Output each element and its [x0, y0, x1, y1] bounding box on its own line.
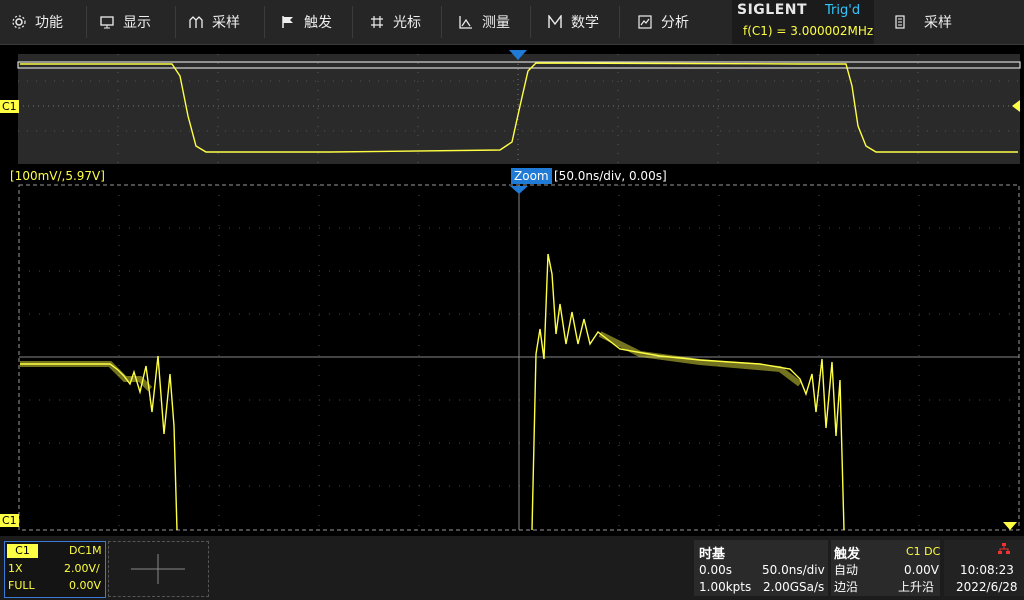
- menu-label: 测量: [482, 15, 510, 31]
- measure-icon: [459, 16, 472, 29]
- crosshair-icon: [131, 554, 185, 584]
- menu-label: 采样: [924, 15, 952, 31]
- menu-divider: [441, 6, 442, 38]
- menu-label: 采样: [212, 15, 240, 31]
- menu-cursor[interactable]: 光标: [370, 0, 421, 44]
- trigger-level-arrow: [1003, 522, 1017, 530]
- menu-label: 光标: [393, 15, 421, 31]
- menu-display[interactable]: 显示: [100, 0, 151, 44]
- channel-offset: 0.00V: [69, 579, 102, 592]
- horizontal-position-widget[interactable]: [108, 541, 209, 597]
- brand-logo: SIGLENT: [737, 2, 808, 18]
- main-trigger-position-marker: [510, 186, 528, 194]
- main-channel-marker[interactable]: C1: [0, 514, 19, 527]
- menu-divider: [175, 6, 176, 38]
- menu-label: 分析: [661, 15, 689, 31]
- trigger-slope: 上升沿: [898, 580, 935, 594]
- timebase-scale: 50.0ns/div: [762, 563, 825, 577]
- trigger-type: 边沿: [834, 580, 859, 594]
- acquire-icon: [189, 16, 203, 28]
- menu-label: 触发: [304, 15, 332, 31]
- flag-icon: [282, 16, 293, 28]
- menu-divider: [619, 6, 620, 38]
- acquire-doc-icon: [895, 15, 905, 29]
- zoom-info: [50.0ns/div, 0.00s]: [554, 169, 667, 183]
- channel-coupling: DC1M: [69, 544, 102, 557]
- monitor-icon: [100, 16, 114, 29]
- timebase-delay: 0.00s: [699, 563, 732, 577]
- overview-channel-marker[interactable]: C1: [0, 100, 19, 113]
- trigger-level: 0.00V: [904, 563, 939, 577]
- trigger-source: C1 DC: [906, 545, 941, 558]
- menu-analysis[interactable]: 分析: [638, 0, 689, 44]
- main-waveform-area[interactable]: [0, 184, 1024, 534]
- menu-divider: [264, 6, 265, 38]
- volts-per-div: 2.00V/: [64, 562, 100, 575]
- cursor-icon: [371, 16, 383, 28]
- vertical-scale-label: [100mV/,5.97V]: [10, 169, 105, 183]
- menu-divider: [530, 6, 531, 38]
- menu-acquire[interactable]: 采样: [189, 0, 240, 44]
- analysis-icon: [638, 15, 652, 29]
- menu-label: 数学: [571, 15, 599, 31]
- trigger-status: Trig'd: [825, 3, 861, 18]
- probe-factor: 1X: [8, 562, 23, 575]
- clock-time: 10:08:23: [960, 563, 1014, 577]
- menu-acquire-right[interactable]: 采样: [893, 0, 952, 44]
- menu-label: 显示: [123, 15, 151, 31]
- menu-divider: [86, 6, 87, 38]
- memory-depth: 1.00kpts: [699, 580, 752, 594]
- menu-function[interactable]: 功能: [12, 0, 63, 44]
- trigger-title: 触发: [834, 547, 861, 562]
- sample-rate: 2.00GSa/s: [763, 580, 825, 594]
- menu-divider: [352, 6, 353, 38]
- bandwidth-limit: FULL: [8, 579, 35, 592]
- zoom-tag[interactable]: Zoom: [511, 168, 552, 184]
- trigger-mode: 自动: [834, 563, 859, 577]
- menu-trigger[interactable]: 触发: [281, 0, 332, 44]
- menu-label: 功能: [35, 15, 63, 31]
- clock-date: 2022/6/28: [956, 580, 1018, 594]
- frequency-readout: f(C1) = 3.000002MHz: [743, 24, 874, 38]
- channel-tag[interactable]: C1: [7, 544, 38, 558]
- network-icon[interactable]: [997, 542, 1011, 556]
- gear-icon: [12, 15, 26, 29]
- math-icon: [548, 15, 562, 28]
- timebase-title: 时基: [699, 547, 726, 562]
- overview-waveform-area: [17, 50, 1021, 164]
- menu-math[interactable]: 数学: [548, 0, 599, 44]
- menu-measure[interactable]: 测量: [459, 0, 510, 44]
